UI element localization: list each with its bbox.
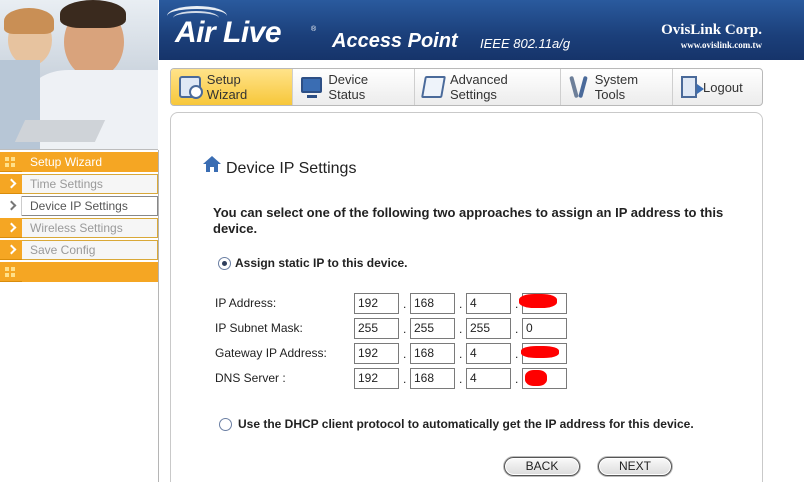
tab-device-status[interactable]: Device Status [293, 69, 415, 105]
subnet-mask-label: IP Subnet Mask: [215, 321, 303, 335]
tab-label: Setup Wizard [206, 72, 248, 102]
sidebar-item-save-config[interactable]: Save Config [0, 240, 158, 260]
redaction-mark [519, 294, 557, 308]
octet-separator: . [403, 372, 407, 386]
page-title: Device IP Settings [226, 160, 357, 177]
sidebar-item-label: Time Settings [30, 177, 103, 191]
sidebar: Setup Wizard Time Settings Device IP Set… [0, 152, 158, 284]
sidebar-item-label: Device IP Settings [30, 199, 128, 213]
laptop [14, 120, 106, 142]
wizard-icon [179, 76, 203, 99]
sidebar-item-device-ip-settings[interactable]: Device IP Settings [0, 196, 158, 216]
man-hair [60, 0, 126, 28]
chevron-right-icon [0, 174, 22, 194]
octet-separator: . [459, 372, 463, 386]
book-icon [421, 76, 446, 98]
tab-label: Device Status [328, 72, 369, 102]
sidebar-header-tab [0, 152, 22, 172]
ip-address-octet-3[interactable]: 4 [466, 293, 511, 314]
tab-label: Advanced Settings [449, 72, 508, 102]
octet-separator: . [403, 322, 407, 336]
octet-separator: . [515, 297, 519, 311]
dhcp-label: Use the DHCP client protocol to automati… [238, 417, 694, 431]
sidebar-footer [0, 262, 158, 282]
ip-address-octet-1[interactable]: 192 [354, 293, 399, 314]
static-ip-radio[interactable] [218, 256, 231, 270]
octet-separator: . [515, 372, 519, 386]
dns-server-row: DNS Server : 192 . 168 . 4 . [214, 368, 574, 390]
brand-mark: ® [311, 26, 317, 33]
next-button[interactable]: NEXT [598, 457, 672, 476]
octet-separator: . [515, 322, 519, 336]
sidebar-header-label: Setup Wizard [30, 155, 103, 169]
chevron-right-icon [0, 196, 22, 216]
subnet-mask-octet-1[interactable]: 255 [354, 318, 399, 339]
brand-logo: Air Live [175, 16, 282, 49]
static-ip-option[interactable]: Assign static IP to this device. [218, 256, 408, 270]
home-icon [203, 156, 221, 172]
sidebar-item-wireless-settings[interactable]: Wireless Settings [0, 218, 158, 238]
header-photo [0, 0, 158, 150]
tab-advanced-settings[interactable]: Advanced Settings [415, 69, 561, 105]
octet-separator: . [403, 297, 407, 311]
tab-setup-wizard[interactable]: Setup Wizard [171, 69, 293, 105]
gateway-octet-2[interactable]: 168 [410, 343, 455, 364]
logout-icon [681, 76, 704, 98]
dns-server-label: DNS Server : [215, 371, 286, 385]
dhcp-option[interactable]: Use the DHCP client protocol to automati… [219, 417, 694, 431]
octet-separator: . [515, 347, 519, 361]
home-icon-door [210, 167, 214, 172]
company-name: OvisLink Corp. [661, 22, 762, 38]
static-ip-label: Assign static IP to this device. [235, 256, 408, 270]
redaction-mark [525, 370, 547, 386]
octet-separator: . [459, 297, 463, 311]
octet-separator: . [403, 347, 407, 361]
gateway-octet-3[interactable]: 4 [466, 343, 511, 364]
subnet-mask-octet-4[interactable]: 0 [522, 318, 567, 339]
ip-address-row: IP Address: 192 . 168 . 4 . [214, 293, 574, 315]
home-icon-roof [203, 156, 221, 164]
sidebar-header: Setup Wizard [0, 152, 158, 172]
header-banner: Air Live ® Access Point IEEE 802.11a/g O… [159, 0, 804, 60]
gateway-octet-1[interactable]: 192 [354, 343, 399, 364]
tab-label: System Tools [594, 72, 639, 102]
tab-logout[interactable]: Logout [673, 69, 761, 105]
ip-address-octet-2[interactable]: 168 [410, 293, 455, 314]
product-name: Access Point [332, 30, 458, 52]
tab-system-tools[interactable]: System Tools [561, 69, 673, 105]
tab-label: Logout [703, 79, 743, 95]
chevron-right-icon [0, 240, 22, 260]
octet-separator: . [459, 322, 463, 336]
product-standard: IEEE 802.11a/g [480, 36, 571, 51]
subnet-mask-octet-3[interactable]: 255 [466, 318, 511, 339]
gateway-row: Gateway IP Address: 192 . 168 . 4 . [214, 343, 574, 365]
gateway-label: Gateway IP Address: [215, 346, 327, 360]
monitor-icon [301, 77, 323, 98]
main-nav: Setup Wizard Device Status Advanced Sett… [170, 68, 763, 106]
ip-address-label: IP Address: [215, 296, 277, 310]
company-url: www.ovislink.com.tw [680, 40, 762, 50]
sidebar-item-label: Save Config [30, 243, 96, 257]
sidebar-divider [158, 150, 159, 482]
back-button[interactable]: BACK [504, 457, 580, 476]
redaction-mark [521, 346, 559, 358]
octet-separator: . [459, 347, 463, 361]
sidebar-item-label: Wireless Settings [30, 221, 123, 235]
subnet-mask-row: IP Subnet Mask: 255 . 255 . 255 . 0 [214, 318, 574, 340]
dns-server-octet-3[interactable]: 4 [466, 368, 511, 389]
dns-server-octet-1[interactable]: 192 [354, 368, 399, 389]
tools-icon [569, 76, 589, 98]
subnet-mask-octet-2[interactable]: 255 [410, 318, 455, 339]
chevron-right-icon [0, 218, 22, 238]
page: Setup Wizard Time Settings Device IP Set… [0, 0, 804, 482]
sidebar-item-time-settings[interactable]: Time Settings [0, 174, 158, 194]
child-hair [4, 8, 54, 34]
dns-server-octet-2[interactable]: 168 [410, 368, 455, 389]
intro-text: You can select one of the following two … [213, 205, 724, 236]
sidebar-footer-tab [0, 262, 22, 282]
dhcp-radio[interactable] [219, 417, 232, 431]
